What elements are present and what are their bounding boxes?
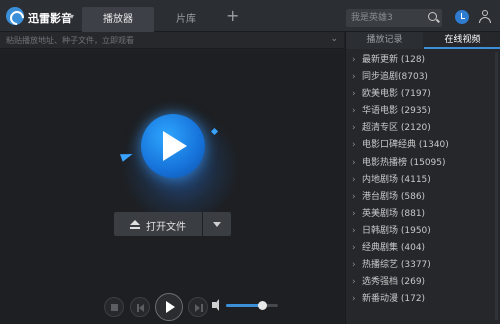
open-file-dropdown-button[interactable] xyxy=(203,212,231,236)
category-item[interactable]: › 日韩剧场 (1950) xyxy=(346,223,500,240)
category-item[interactable]: › 最新更新 (128) xyxy=(346,52,500,69)
category-item[interactable]: › 经典剧集 (404) xyxy=(346,240,500,257)
category-label: 经典剧集 (404) xyxy=(362,243,426,254)
chevron-right-icon: › xyxy=(352,243,356,254)
stop-button[interactable] xyxy=(104,297,124,317)
category-label: 新番动漫 (172) xyxy=(362,294,426,305)
category-item[interactable]: › 同步追剧(8703) xyxy=(346,69,500,86)
xunlei-logo-icon[interactable] xyxy=(6,7,24,25)
url-input[interactable] xyxy=(6,34,306,47)
chevron-right-icon: › xyxy=(352,55,356,65)
category-item[interactable]: › 欧美电影 (7197) xyxy=(346,86,500,103)
category-label: 英美剧场 (881) xyxy=(362,208,426,219)
category-label: 日韩剧场 (1950) xyxy=(362,225,431,236)
chevron-right-icon: › xyxy=(352,89,356,100)
tab-library[interactable]: 片库 xyxy=(150,7,222,32)
category-label: 热播综艺 (3377) xyxy=(362,260,431,271)
chevron-right-icon: › xyxy=(352,123,356,134)
category-item[interactable]: › 超清专区 (2120) xyxy=(346,120,500,137)
play-button[interactable] xyxy=(155,293,183,321)
category-label: 港台剧场 (586) xyxy=(362,191,426,202)
user-body xyxy=(479,17,491,23)
open-file-button[interactable]: 打开文件 xyxy=(114,212,202,236)
add-tab-button[interactable]: + xyxy=(226,6,239,25)
panel-scrollbar[interactable] xyxy=(495,52,498,320)
tab-online-video[interactable]: 在线视频 xyxy=(424,32,500,49)
category-item[interactable]: › 新番动漫 (172) xyxy=(346,291,500,308)
chevron-right-icon: › xyxy=(352,174,356,185)
category-label: 华语电影 (2935) xyxy=(362,106,431,117)
previous-button[interactable] xyxy=(130,297,150,317)
app-title[interactable]: 迅雷影音 xyxy=(28,10,72,26)
chevron-right-icon: › xyxy=(352,140,356,151)
category-label: 电影口碑经典 (1340) xyxy=(362,140,449,151)
volume-fill xyxy=(226,304,263,307)
category-list: › 最新更新 (128) › 同步追剧(8703) › 欧美电影 (7197) › 华语电影 … xyxy=(346,52,500,308)
play-icon xyxy=(166,301,175,313)
chevron-right-icon: › xyxy=(352,294,356,305)
side-panel: 播放记录 在线视频 › 最新更新 (128) › 同步追剧(8703) › 欧美电影 (7… xyxy=(345,32,500,324)
player-area[interactable] xyxy=(0,50,344,324)
chevron-right-icon: › xyxy=(352,260,356,271)
next-icon xyxy=(195,304,200,312)
category-label: 最新更新 (128) xyxy=(362,55,426,65)
chevron-right-icon: › xyxy=(352,157,356,168)
category-label: 内地剧场 (4115) xyxy=(362,174,431,185)
chevron-right-icon: › xyxy=(352,106,356,117)
category-item[interactable]: › 电影热播榜 (15095) xyxy=(346,155,500,172)
search-box xyxy=(346,9,442,27)
title-bar: 迅雷影音 ▾ 播放器 片库 + xyxy=(0,0,500,32)
next-icon-bar xyxy=(201,304,203,312)
open-file-label: 打开文件 xyxy=(146,222,186,233)
category-label: 电影热播榜 (15095) xyxy=(362,157,446,168)
category-item[interactable]: › 选秀强档 (269) xyxy=(346,274,500,291)
chevron-right-icon: › xyxy=(352,225,356,236)
chevron-right-icon: › xyxy=(352,72,356,83)
chevron-right-icon: › xyxy=(352,191,356,202)
eject-icon xyxy=(130,220,140,229)
category-item[interactable]: › 华语电影 (2935) xyxy=(346,103,500,120)
url-bar: ⌄ xyxy=(0,32,344,49)
user-head xyxy=(482,10,488,16)
user-icon[interactable] xyxy=(478,10,492,24)
category-label: 同步追剧(8703) xyxy=(362,72,428,83)
brand-play-logo-icon xyxy=(141,114,205,178)
chevron-right-icon: › xyxy=(352,208,356,219)
clock-icon[interactable] xyxy=(455,10,469,24)
tab-player[interactable]: 播放器 xyxy=(82,7,154,32)
next-button[interactable] xyxy=(188,297,208,317)
volume-icon[interactable] xyxy=(212,299,219,311)
category-label: 欧美电影 (7197) xyxy=(362,89,431,100)
category-item[interactable]: › 电影口碑经典 (1340) xyxy=(346,137,500,154)
category-label: 超清专区 (2120) xyxy=(362,123,431,134)
stop-icon xyxy=(111,304,118,311)
category-item[interactable]: › 热播综艺 (3377) xyxy=(346,257,500,274)
volume-slider[interactable] xyxy=(226,301,278,310)
search-icon[interactable] xyxy=(428,12,437,21)
chevron-right-icon: › xyxy=(352,277,356,288)
category-item[interactable]: › 内地剧场 (4115) xyxy=(346,172,500,189)
category-item[interactable]: › 英美剧场 (881) xyxy=(346,206,500,223)
play-triangle xyxy=(163,131,187,161)
tab-play-history[interactable]: 播放记录 xyxy=(346,32,423,49)
search-input[interactable] xyxy=(351,11,423,25)
url-history-chevron-icon[interactable]: ⌄ xyxy=(330,34,338,44)
previous-icon-arrow xyxy=(139,304,144,312)
category-label: 选秀强档 (269) xyxy=(362,277,426,288)
app-menu-caret-icon[interactable]: ▾ xyxy=(70,12,74,21)
category-item[interactable]: › 港台剧场 (586) xyxy=(346,189,500,206)
